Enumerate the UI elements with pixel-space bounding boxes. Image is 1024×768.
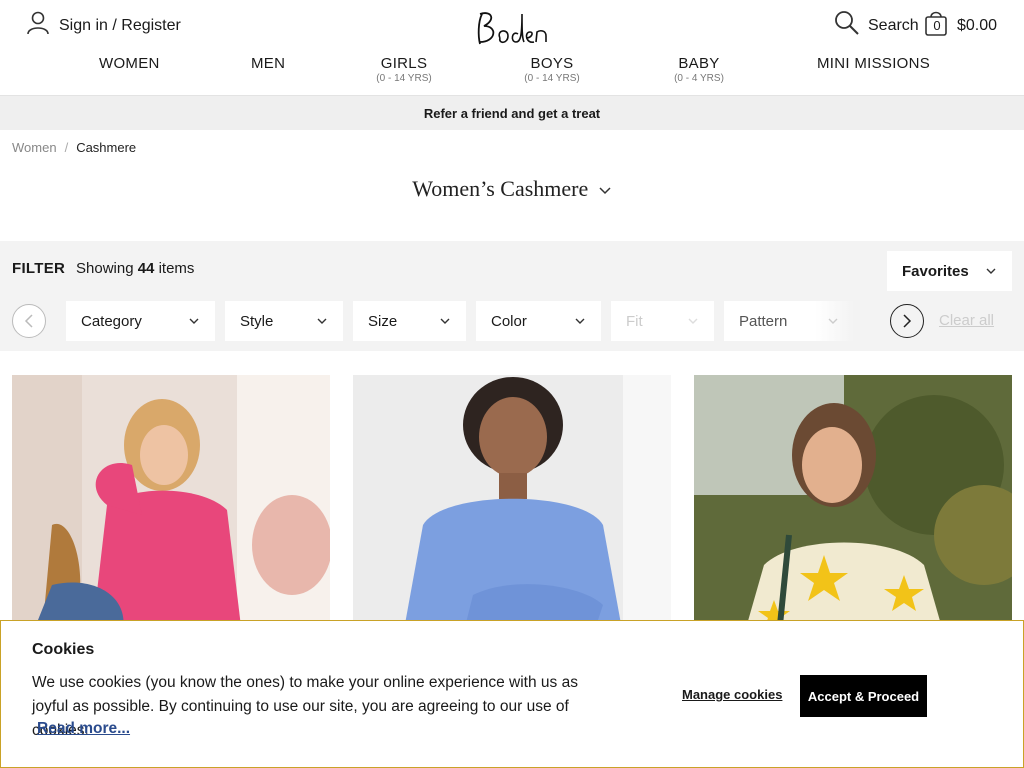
- breadcrumb: Women / Cashmere: [12, 140, 136, 155]
- showing-prefix: Showing: [76, 260, 134, 277]
- chevron-down-icon: [440, 318, 450, 324]
- dropdown-label: Category: [81, 312, 142, 330]
- item-count: 44: [137, 260, 155, 277]
- cookie-banner: Cookies We use cookies (you know the one…: [0, 620, 1024, 768]
- breadcrumb-current: Cashmere: [76, 140, 137, 155]
- sort-dropdown[interactable]: Favorites: [887, 251, 1012, 291]
- chevron-down-icon: [599, 187, 611, 195]
- main-nav: WOMEN MEN GIRLS (0 - 14 YRS) BOYS (0 - 1…: [0, 55, 1024, 89]
- results-count: Showing 44 items: [76, 260, 194, 277]
- nav-baby[interactable]: BABY (0 - 4 YRS): [671, 55, 727, 84]
- read-more-link[interactable]: Read more...: [37, 720, 130, 738]
- bag-button[interactable]: 0 $0.00: [924, 9, 997, 42]
- shopping-bag-icon: 0: [924, 9, 948, 42]
- bag-total: $0.00: [957, 16, 998, 34]
- chevron-down-icon: [688, 318, 698, 324]
- chevron-down-icon: [828, 318, 838, 324]
- chevron-down-icon: [986, 268, 996, 274]
- nav-boys[interactable]: BOYS (0 - 14 YRS): [522, 55, 582, 84]
- product-card-pink-cardigan[interactable]: [12, 375, 330, 635]
- user-icon: [27, 11, 49, 40]
- search-label: Search: [868, 16, 919, 34]
- breadcrumb-women[interactable]: Women: [12, 140, 57, 155]
- nav-label: BOYS: [530, 55, 574, 72]
- dropdown-label: Size: [368, 312, 398, 330]
- chevron-down-icon: [317, 318, 327, 324]
- product-image: [694, 375, 1012, 635]
- chevron-right-icon: [903, 314, 912, 328]
- clear-all-link[interactable]: Clear all: [939, 312, 994, 329]
- pattern-dropdown[interactable]: Pattern: [724, 301, 854, 341]
- nav-sub: (0 - 4 YRS): [674, 73, 724, 84]
- nav-men[interactable]: MEN: [251, 55, 285, 72]
- showing-suffix: items: [158, 260, 195, 277]
- search-button[interactable]: Search: [834, 10, 919, 41]
- chevron-down-icon: [189, 318, 199, 324]
- sign-in-link[interactable]: Sign in / Register: [27, 11, 181, 40]
- nav-girls[interactable]: GIRLS (0 - 14 YRS): [374, 55, 434, 84]
- nav-sub: (0 - 14 YRS): [524, 73, 580, 84]
- nav-label: BABY: [678, 55, 720, 72]
- promo-banner[interactable]: Refer a friend and get a treat: [0, 96, 1024, 130]
- style-dropdown[interactable]: Style: [225, 301, 343, 341]
- dropdown-label: Pattern: [739, 312, 788, 330]
- product-image: [353, 375, 671, 635]
- sort-label: Favorites: [902, 262, 969, 280]
- boden-logo[interactable]: [474, 8, 550, 48]
- manage-cookies-link[interactable]: Manage cookies: [682, 687, 782, 702]
- dropdown-label: Fit: [626, 312, 643, 330]
- filter-button[interactable]: FILTER: [12, 260, 65, 277]
- nav-sub: (0 - 14 YRS): [376, 73, 432, 84]
- nav-label: WOMEN: [99, 55, 160, 72]
- sign-in-label: Sign in / Register: [59, 16, 181, 34]
- fit-dropdown[interactable]: Fit: [611, 301, 714, 341]
- scroll-left-button[interactable]: [12, 304, 46, 338]
- nav-label: MINI MISSIONS: [817, 55, 931, 72]
- dropdown-label: Color: [491, 312, 527, 330]
- cookie-title: Cookies: [32, 641, 95, 658]
- nav-mini-missions[interactable]: MINI MISSIONS: [817, 55, 930, 72]
- scroll-right-button[interactable]: [890, 304, 924, 338]
- dropdown-label: Style: [240, 312, 274, 330]
- breadcrumb-separator: /: [64, 140, 69, 155]
- chevron-left-icon: [24, 314, 33, 328]
- bag-count: 0: [933, 18, 941, 33]
- site-header: Sign in / Register Search 0 $0.00 WOMEN …: [0, 0, 1024, 96]
- size-dropdown[interactable]: Size: [353, 301, 466, 341]
- filter-bar: FILTER Showing 44 items Favorites Catego…: [0, 241, 1024, 351]
- product-card-star-jumper[interactable]: [694, 375, 1012, 635]
- category-dropdown[interactable]: Category: [66, 301, 215, 341]
- page-title-text: Women’s Cashmere: [412, 176, 589, 201]
- nav-label: GIRLS: [380, 55, 428, 72]
- color-dropdown[interactable]: Color: [476, 301, 601, 341]
- nav-label: MEN: [251, 55, 286, 72]
- search-icon: [834, 10, 860, 41]
- product-card-blue-jumper[interactable]: [353, 375, 671, 635]
- accept-proceed-button[interactable]: Accept & Proceed: [800, 675, 927, 717]
- chevron-down-icon: [575, 318, 585, 324]
- nav-women[interactable]: WOMEN: [99, 55, 160, 72]
- product-image: [12, 375, 330, 635]
- page-title[interactable]: Women’s Cashmere: [0, 176, 1024, 202]
